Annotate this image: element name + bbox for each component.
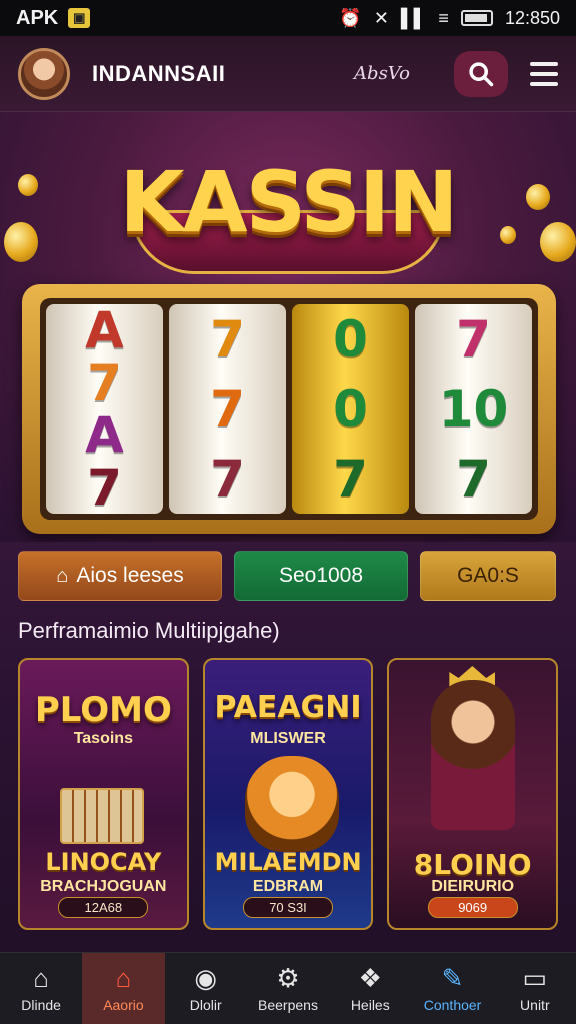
- battery-icon: [460, 10, 493, 26]
- status-app-label: APK: [16, 6, 59, 29]
- game-board-art: [60, 788, 144, 844]
- nav-label: Dlinde: [21, 996, 61, 1013]
- brand-name: INDANNSAII: [92, 60, 226, 86]
- app-header: INDANNSAII AbsVo: [0, 36, 576, 112]
- card-bottom-subtitle: EDBRAM: [252, 878, 324, 895]
- card-badge: 70 S3I: [243, 897, 333, 918]
- game-card[interactable]: 8LOINO DIEIRURIO 9069: [387, 658, 559, 930]
- mute-icon: ✕: [373, 7, 389, 28]
- card-title: PLOMO: [34, 690, 172, 730]
- nav-label: Aaorio: [103, 996, 144, 1013]
- reel-symbol: 0: [333, 310, 368, 368]
- coin-icon: [500, 226, 516, 244]
- status-time: 12:850: [504, 7, 560, 28]
- hero-title-text: KASSIN: [119, 153, 459, 251]
- tiger-art: [244, 756, 339, 852]
- reel-symbol: 7: [87, 458, 122, 517]
- edit-icon: ✎: [441, 962, 464, 993]
- reel-3: 0 0 7: [292, 304, 409, 514]
- reel-symbol: 7: [456, 310, 491, 368]
- slot-reels: A 7 A 7 7 7 7 0 0 7 7 10 7: [40, 298, 538, 520]
- card-bottom-title: MILAEMDN: [214, 848, 362, 876]
- reel-symbol: 10: [438, 380, 509, 438]
- reel-symbol: 0: [333, 380, 368, 438]
- nav-label: Unitr: [520, 996, 550, 1013]
- hamburger-menu-icon[interactable]: [530, 61, 558, 86]
- card-title: PAEAGNI: [214, 690, 362, 725]
- nav-label: Beerpens: [258, 996, 318, 1013]
- action-button-1[interactable]: ⌂ Aios leeses: [18, 551, 222, 601]
- action-label: GA0:S: [457, 564, 519, 587]
- reel-symbol: 7: [210, 310, 245, 368]
- action-button-2[interactable]: Seo1008: [234, 551, 408, 601]
- game-card[interactable]: PLOMO Tasoins LINOCAY BRACHJOGUAN 12A68: [18, 658, 189, 930]
- card-bottom-title: LINOCAY: [45, 848, 162, 876]
- card-subtitle: Tasoins: [73, 730, 133, 747]
- bottom-navigation: ⌂ Dlinde ⌂ Aaorio ◉ Dlolir ⚙ Beerpens ❖ …: [0, 952, 576, 1024]
- nav-item-active[interactable]: ⌂ Aaorio: [82, 953, 165, 1024]
- alarm-icon: ⏰: [339, 7, 362, 28]
- coin-icon: [18, 174, 38, 196]
- action-label: Aios leeses: [76, 564, 184, 587]
- nav-label: Conthoer: [423, 996, 482, 1013]
- hero-banner[interactable]: KASSIN A 7 A 7 7 7 7 0 0 7 7 10 7: [0, 112, 576, 542]
- reel-symbol: 7: [210, 450, 245, 508]
- nav-item-5[interactable]: ❖ Heiles: [329, 953, 411, 1024]
- card-bottom-subtitle: BRACHJOGUAN: [40, 878, 167, 895]
- card-bottom-subtitle: DIEIRURIO: [431, 878, 515, 895]
- circle-icon: ◉: [194, 962, 218, 993]
- nav-item-3[interactable]: ◉ Dlolir: [165, 953, 247, 1024]
- reel-symbol: 7: [87, 353, 122, 412]
- reel-2: 7 7 7: [169, 304, 286, 514]
- nav-label: Dlolir: [189, 996, 222, 1013]
- gear-icon: ⚙: [276, 962, 300, 993]
- slot-machine[interactable]: A 7 A 7 7 7 7 0 0 7 7 10 7: [22, 284, 556, 534]
- card-icon: ▭: [522, 962, 548, 993]
- coin-icon: [540, 222, 576, 262]
- coin-icon: [526, 184, 550, 210]
- game-card[interactable]: PAEAGNI MLISWER MILAEMDN EDBRAM 70 S3I: [202, 658, 374, 930]
- house-icon: ⌂: [115, 962, 132, 993]
- nav-item-6[interactable]: ✎ Conthoer: [411, 953, 493, 1024]
- status-bar: APK ▣ ⏰ ✕ ▌▌ ≡ 12:850: [0, 0, 576, 36]
- reel-symbol: 7: [333, 450, 368, 508]
- action-label: Seo1008: [278, 564, 364, 587]
- reel-symbol: 7: [210, 380, 245, 438]
- reel-symbol: 7: [456, 450, 491, 508]
- reel-1: A 7 A 7: [46, 304, 163, 514]
- reel-4: 7 10 7: [415, 304, 532, 514]
- nav-item-7[interactable]: ▭ Unitr: [494, 953, 576, 1024]
- game-cards: PLOMO Tasoins LINOCAY BRACHJOGUAN 12A68 …: [18, 658, 559, 930]
- hero-title: KASSIN: [90, 142, 486, 274]
- status-icons: ⏰ ✕ ▌▌ ≡ 12:850: [339, 8, 560, 29]
- house-icon: ⌂: [56, 564, 69, 587]
- queen-art: [431, 680, 516, 830]
- signal-icon: ▌▌: [400, 7, 427, 28]
- nav-label: Heiles: [350, 996, 390, 1013]
- nav-item-4[interactable]: ⚙ Beerpens: [247, 953, 329, 1024]
- nav-item-home[interactable]: ⌂ Dlinde: [0, 953, 82, 1024]
- wifi-icon: ≡: [438, 7, 449, 28]
- card-badge: 12A68: [58, 897, 149, 918]
- coin-icon: [4, 222, 38, 262]
- card-subtitle: MLISWER: [250, 730, 326, 747]
- search-icon: [469, 61, 494, 86]
- home-icon: ⌂: [33, 962, 49, 993]
- card-badge: 9069: [427, 897, 518, 918]
- action-button-3[interactable]: GA0:S: [420, 551, 556, 601]
- mini-logo: AbsVo: [354, 63, 410, 84]
- avatar[interactable]: [18, 47, 70, 100]
- section-title: Perframaimio Multiipjgahe): [18, 618, 280, 643]
- card-bottom-title: 8LOINO: [413, 848, 532, 881]
- wing-icon: ❖: [358, 962, 382, 993]
- app-badge-icon: ▣: [68, 8, 91, 28]
- reel-symbol: A: [85, 406, 124, 465]
- reel-symbol: A: [85, 301, 124, 360]
- search-button[interactable]: [454, 50, 508, 97]
- action-buttons: ⌂ Aios leeses Seo1008 GA0:S: [18, 551, 558, 601]
